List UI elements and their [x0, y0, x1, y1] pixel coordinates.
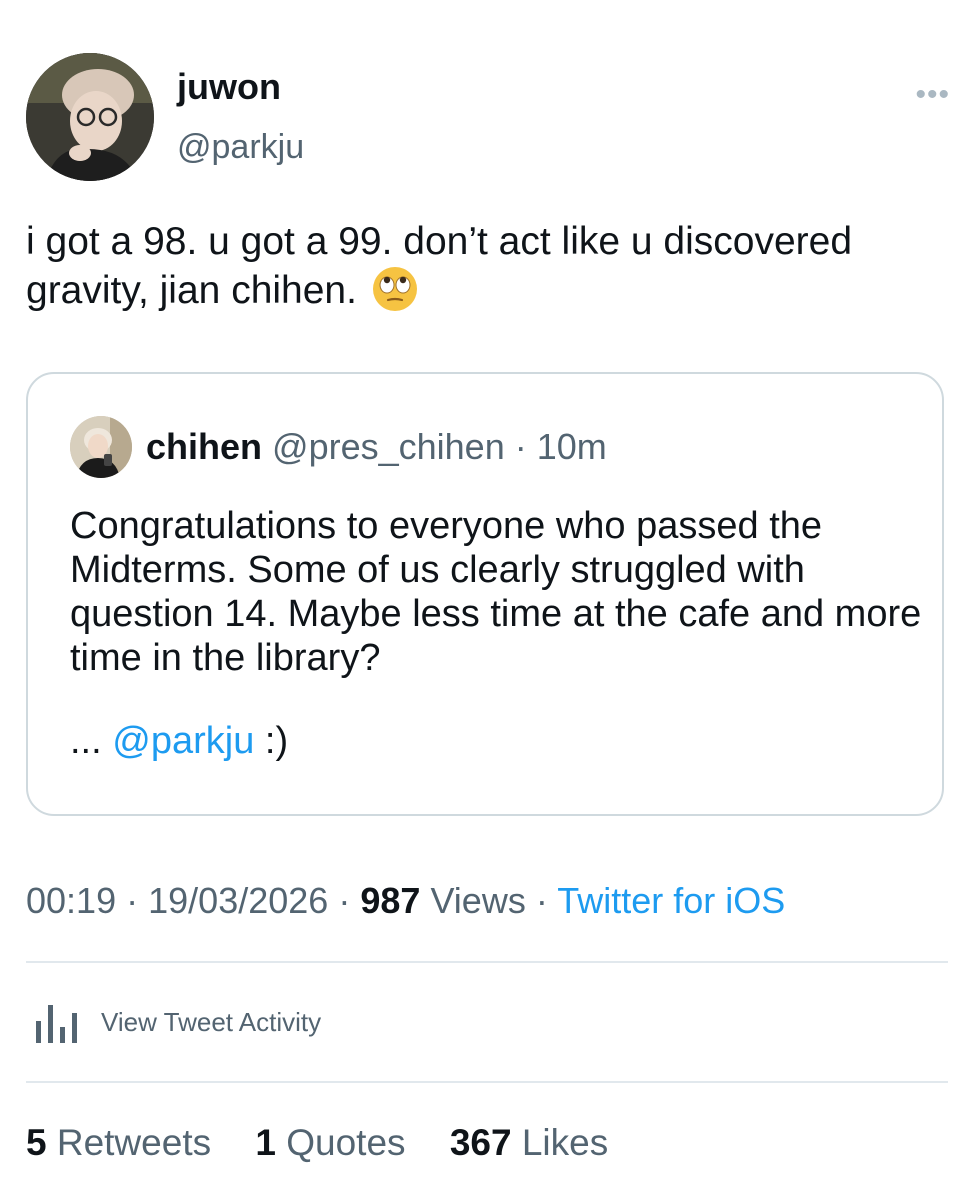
quoted-author-name[interactable]: chihen	[146, 426, 262, 467]
likes-count: 367	[449, 1122, 512, 1163]
more-icon[interactable]: •••	[915, 80, 950, 110]
quotes-label: Quotes	[286, 1122, 406, 1163]
views-label: Views	[430, 880, 526, 921]
quoted-tail-prefix: ...	[70, 720, 102, 762]
quoted-separator: ·	[514, 426, 527, 467]
quotes-count: 1	[255, 1122, 276, 1163]
retweets-stat[interactable]: 5 Retweets	[26, 1122, 221, 1163]
quoted-author-avatar[interactable]	[70, 416, 132, 478]
quoted-time: 10m	[536, 426, 607, 467]
bar-chart-icon	[36, 1005, 77, 1043]
author-name[interactable]: juwon	[177, 66, 281, 108]
engagement-stats: 5 Retweets 1 Quotes 367 Likes	[26, 1122, 642, 1164]
tweet-time: 00:19	[26, 880, 117, 921]
quoted-tail-suffix: :)	[264, 720, 289, 762]
rolling-eyes-emoji-icon	[372, 266, 418, 312]
quoted-header: chihen @pres_chihen · 10m	[146, 426, 607, 468]
author-handle[interactable]: @parkju	[177, 128, 304, 167]
tweet-body: i got a 98. u got a 99. don’t act like u…	[26, 220, 853, 312]
likes-label: Likes	[521, 1122, 609, 1163]
divider	[26, 1081, 948, 1083]
retweets-count: 5	[26, 1122, 47, 1163]
tweet-date: 19/03/2026	[148, 880, 329, 921]
meta-separator-2: ·	[338, 880, 351, 921]
quoted-tweet[interactable]: chihen @pres_chihen · 10m Congratulation…	[26, 372, 944, 816]
tweet-text: i got a 98. u got a 99. don’t act like u…	[26, 218, 946, 315]
quoted-mention-line: ... @parkju :)	[70, 720, 288, 763]
meta-separator-1: ·	[126, 880, 139, 921]
retweets-label: Retweets	[56, 1122, 212, 1163]
activity-label: View Tweet Activity	[101, 1007, 322, 1037]
mention-link[interactable]: @parkju	[112, 720, 254, 762]
quoted-author-handle[interactable]: @pres_chihen	[272, 426, 505, 467]
view-tweet-activity-button[interactable]: View Tweet Activity	[26, 995, 426, 1049]
author-avatar[interactable]	[26, 53, 154, 181]
divider	[26, 961, 948, 963]
quoted-text: Congratulations to everyone who passed t…	[70, 505, 922, 679]
views-count: 987	[360, 880, 421, 921]
tweet-source-link[interactable]: Twitter for iOS	[557, 880, 785, 921]
tweet-meta: 00:19 · 19/03/2026 · 987 Views · Twitter…	[26, 880, 785, 922]
meta-separator-3: ·	[535, 880, 548, 921]
quotes-stat[interactable]: 1 Quotes	[255, 1122, 415, 1163]
likes-stat[interactable]: 367 Likes	[450, 1122, 608, 1163]
